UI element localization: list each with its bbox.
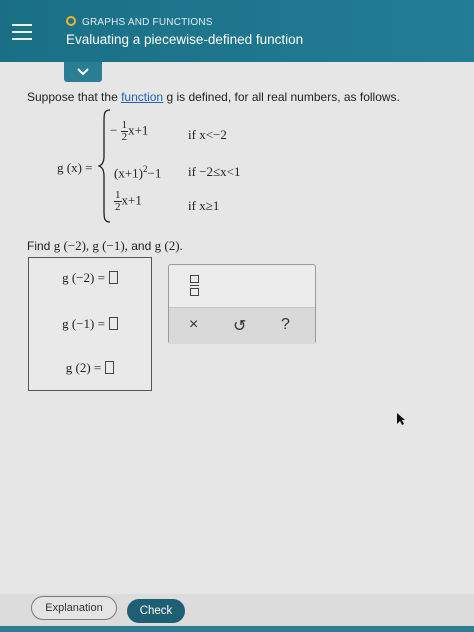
piece-1-condition: if x<−2 [188,127,227,142]
clear-button[interactable]: × [189,316,198,334]
header-bar: GRAPHS AND FUNCTIONS Evaluating a piecew… [0,0,474,62]
page-title: Evaluating a piecewise-defined function [66,32,304,47]
piece-1-expression: − 1 2 x+1 [110,119,149,143]
answer-row: g (−1) = [29,316,151,332]
piece-3-condition: if x≥1 [188,198,220,213]
answer-row: g (2) = [29,360,151,376]
collapse-toggle[interactable] [64,62,102,82]
function-link[interactable]: function [121,90,163,104]
piece-2-expression: (x+1)2−1 [114,164,162,181]
fraction: 12 [114,189,122,213]
keypad-actions: × ↺ ? [169,307,315,344]
chevron-down-icon [77,68,89,76]
piece-2-condition: if −2≤x<1 [188,164,241,179]
undo-icon[interactable]: ↺ [233,316,246,336]
explanation-button[interactable]: Explanation [31,596,117,620]
answer-input[interactable] [105,361,115,374]
fraction-key-icon[interactable] [190,275,199,296]
answer-input[interactable] [108,317,118,330]
mouse-pointer-icon [397,413,405,425]
answer-box: g (−2) = g (−1) = g (2) = [28,257,152,391]
answer-input[interactable] [108,271,118,284]
check-button[interactable]: Check [127,599,185,623]
bottom-accent-bar [0,626,474,632]
topic-circle-icon [66,16,76,26]
fraction: 12 [120,119,129,143]
answer-row: g (−2) = [29,270,151,286]
function-label: g (x) = [57,160,93,175]
menu-icon[interactable] [12,24,32,40]
find-instruction: Find g (−2), g (−1), and g (2). [27,238,183,253]
help-button[interactable]: ? [281,316,290,334]
piece-3-expression: 1 2 x+1 [114,189,142,213]
math-keypad: × ↺ ? [168,264,316,344]
topic-label: GRAPHS AND FUNCTIONS [66,16,213,28]
problem-statement: Suppose that the function g is defined, … [27,90,400,104]
